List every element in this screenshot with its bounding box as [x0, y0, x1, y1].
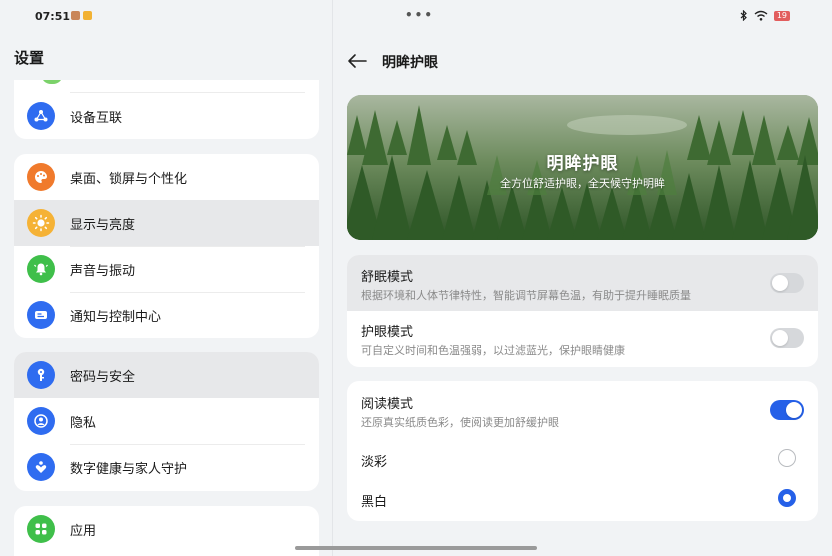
sidebar-group-2: 桌面、锁屏与个性化 显示与亮度 声音与振动 通知与控制中心 [14, 154, 319, 338]
sidebar-item-devices[interactable]: 设备互联 [14, 93, 319, 139]
eye-mode-description: 可自定义时间和色温强弱，以过滤蓝光，保护眼睛健康 [361, 344, 625, 357]
sleep-mode-title: 舒眠模式 [361, 270, 414, 285]
reading-option-radio[interactable] [778, 489, 796, 507]
reading-mode-description: 还原真实纸质色彩，使阅读更加舒缓护眼 [361, 416, 559, 429]
banner-subtitle: 全方位舒适护眼，全天候守护明眸 [500, 177, 665, 190]
settings-sidebar: 设置 设备互联 桌面、锁屏与个性化 显示与亮度 声音与振动 通知与控制中心 密码… [0, 0, 333, 556]
sleep-mode-description: 根据环境和人体节律特性，智能调节屏幕色温，有助于提升睡眠质量 [361, 289, 691, 302]
reading-option-row[interactable]: 淡彩 [347, 437, 818, 479]
eye-comfort-page: 明眸护眼 明眸护眼 全方位舒适护眼，全天候守护明眸 舒眠模式 根据环境和人体节律… [334, 0, 832, 556]
sidebar-item-personalization[interactable]: 桌面、锁屏与个性化 [14, 154, 319, 200]
sidebar-item-label: 显示与亮度 [70, 217, 136, 233]
reading-option-radio[interactable] [778, 449, 796, 467]
palette-icon [27, 163, 55, 191]
sidebar-item-label: 声音与振动 [70, 263, 136, 279]
page-title: 明眸护眼 [382, 55, 438, 71]
devices-icon [27, 102, 55, 130]
reading-option-label: 黑白 [361, 495, 388, 510]
sidebar-item-label: 隐私 [70, 415, 97, 431]
eye-mode-title: 护眼模式 [361, 325, 414, 340]
eye-comfort-banner: 明眸护眼 全方位舒适护眼，全天候守护明眸 [347, 95, 818, 240]
sidebar-item-label: 密码与安全 [70, 369, 136, 385]
notification-icon [27, 301, 55, 329]
sidebar-item-notifications[interactable]: 通知与控制中心 [14, 292, 319, 338]
sleep-mode-row[interactable]: 舒眠模式 根据环境和人体节律特性，智能调节屏幕色温，有助于提升睡眠质量 [347, 255, 818, 311]
partial-icon [41, 80, 63, 84]
sleep-mode-toggle[interactable] [770, 273, 804, 293]
eye-mode-row[interactable]: 护眼模式 可自定义时间和色温强弱，以过滤蓝光，保护眼睛健康 [347, 311, 818, 367]
privacy-icon [27, 407, 55, 435]
sidebar-group-1: 设备互联 [14, 80, 319, 139]
sidebar-item-label: 设备互联 [70, 110, 123, 126]
key-icon [27, 361, 55, 389]
home-indicator[interactable] [295, 546, 537, 550]
sidebar-group-4: 应用 [14, 506, 319, 556]
bell-icon [27, 255, 55, 283]
apps-icon [27, 515, 55, 543]
reading-mode-title: 阅读模式 [361, 397, 414, 412]
sun-icon [27, 209, 55, 237]
banner-title: 明眸护眼 [546, 154, 619, 174]
sidebar-item-sound[interactable]: 声音与振动 [14, 246, 319, 292]
sidebar-item-display[interactable]: 显示与亮度 [14, 200, 319, 246]
back-arrow-icon[interactable] [346, 52, 368, 70]
divider [70, 246, 305, 247]
sidebar-group-3: 密码与安全 隐私 数字健康与家人守护 [14, 352, 319, 491]
divider [70, 292, 305, 293]
reading-mode-row[interactable]: 阅读模式 还原真实纸质色彩，使阅读更加舒缓护眼 [347, 381, 818, 437]
divider [70, 444, 305, 445]
reading-option-row[interactable]: 黑白 [347, 479, 818, 521]
heart-icon [27, 453, 55, 481]
comfort-modes-card: 舒眠模式 根据环境和人体节律特性，智能调节屏幕色温，有助于提升睡眠质量 护眼模式… [347, 255, 818, 367]
sidebar-item-security[interactable]: 密码与安全 [14, 352, 319, 398]
sidebar-item-label: 桌面、锁屏与个性化 [70, 171, 188, 187]
sidebar-item-label: 数字健康与家人守护 [70, 461, 188, 477]
sidebar-item-wellbeing[interactable]: 数字健康与家人守护 [14, 444, 319, 490]
eye-mode-toggle[interactable] [770, 328, 804, 348]
reading-mode-card: 阅读模式 还原真实纸质色彩，使阅读更加舒缓护眼 淡彩 黑白 [347, 381, 818, 521]
reading-mode-toggle[interactable] [770, 400, 804, 420]
sidebar-item-privacy[interactable]: 隐私 [14, 398, 319, 444]
sidebar-item-label: 通知与控制中心 [70, 309, 162, 325]
sidebar-item-label: 应用 [70, 523, 97, 539]
reading-option-label: 淡彩 [361, 455, 388, 470]
sidebar-title: 设置 [14, 49, 45, 67]
sidebar-item-apps[interactable]: 应用 [14, 506, 319, 552]
